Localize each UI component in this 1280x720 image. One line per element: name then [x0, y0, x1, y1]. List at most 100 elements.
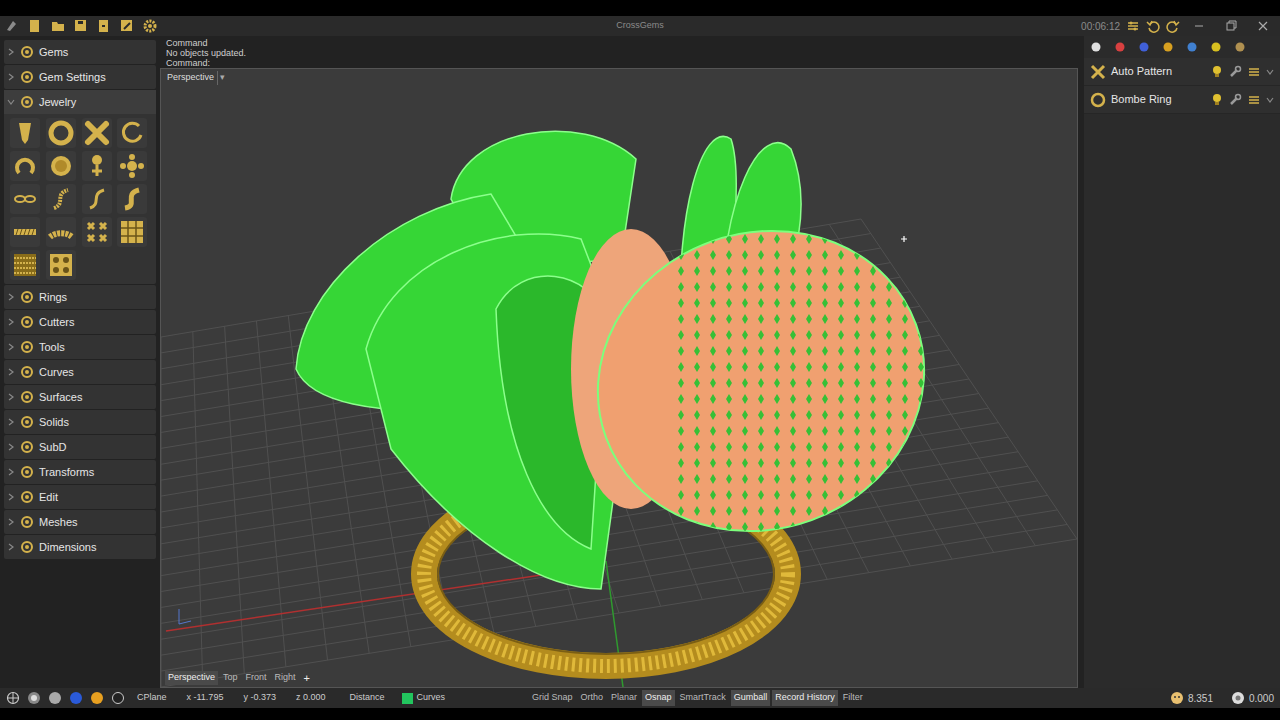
viewport-tab[interactable]: Top	[220, 671, 241, 685]
folder-icon[interactable]	[1162, 41, 1174, 53]
jewelry-tool-icon[interactable]	[10, 151, 40, 181]
section-header[interactable]: Cutters	[4, 310, 156, 334]
restore-icon[interactable]	[1218, 19, 1244, 33]
jewelry-tool-icon[interactable]	[82, 184, 112, 214]
bulb-icon[interactable]	[1211, 65, 1223, 79]
jewelry-tool-icon[interactable]	[46, 250, 76, 280]
tool-button[interactable]	[46, 184, 76, 214]
jewelry-tool-icon[interactable]	[10, 118, 40, 148]
chevron-icon[interactable]	[7, 293, 15, 301]
model-view[interactable]	[161, 69, 1077, 687]
logo-icon[interactable]	[4, 18, 20, 34]
chevron-icon[interactable]	[7, 543, 15, 551]
jewelry-tool-icon[interactable]	[10, 250, 40, 280]
sliders-icon[interactable]	[1126, 19, 1140, 33]
tolerance-icon[interactable]	[1231, 691, 1245, 705]
tool-button[interactable]	[46, 151, 76, 181]
render-icon[interactable]	[1138, 41, 1150, 53]
jewelry-tool-icon[interactable]	[117, 184, 147, 214]
edit-icon[interactable]	[119, 18, 135, 34]
chevron-icon[interactable]	[1266, 68, 1274, 76]
cplane-label[interactable]: CPlane	[137, 691, 167, 705]
chevron-icon[interactable]	[7, 418, 15, 426]
chevron-icon[interactable]	[7, 493, 15, 501]
jewelry-tool-icon[interactable]	[82, 118, 112, 148]
chevron-icon[interactable]	[1266, 96, 1274, 104]
chevron-icon[interactable]	[7, 443, 15, 451]
viewport-tab[interactable]: Perspective	[165, 671, 218, 685]
chevron-icon[interactable]	[7, 368, 15, 376]
new-file-icon[interactable]	[27, 18, 43, 34]
command-line[interactable]: Command:	[166, 58, 1078, 68]
section-header[interactable]: Meshes	[4, 510, 156, 534]
tool-button[interactable]	[46, 250, 76, 280]
jewelry-tool-icon[interactable]	[82, 151, 112, 181]
jewelry-tool-icon[interactable]	[46, 217, 76, 247]
tool-button[interactable]	[82, 184, 112, 214]
viewport-tab[interactable]: Front	[243, 671, 270, 685]
section-header[interactable]: Curves	[4, 360, 156, 384]
minimize-icon[interactable]	[1186, 19, 1212, 33]
plugin-icon[interactable]	[1234, 41, 1246, 53]
section-header[interactable]: Jewelry	[4, 90, 156, 114]
gold-sphere-icon[interactable]	[90, 691, 104, 705]
tool-button[interactable]	[117, 151, 147, 181]
section-header[interactable]: Rings	[4, 285, 156, 309]
chevron-icon[interactable]	[7, 343, 15, 351]
sliders-icon[interactable]	[1247, 65, 1261, 79]
section-header[interactable]: Transforms	[4, 460, 156, 484]
sliders-icon[interactable]	[1247, 93, 1261, 107]
status-toggle[interactable]: Ortho	[578, 690, 607, 706]
wireframe-sphere-icon[interactable]	[27, 691, 41, 705]
material-icon[interactable]	[1114, 41, 1126, 53]
tool-button[interactable]	[82, 118, 112, 148]
chevron-icon[interactable]	[7, 393, 15, 401]
section-header[interactable]: Gems	[4, 40, 156, 64]
section-header[interactable]: Gem Settings	[4, 65, 156, 89]
viewport-tab[interactable]: Right	[272, 671, 299, 685]
status-toggle[interactable]: Record History	[772, 690, 838, 706]
tool-button[interactable]	[46, 217, 76, 247]
ghost-sphere-icon[interactable]	[111, 691, 125, 705]
layer-indicator[interactable]: Curves	[402, 691, 445, 705]
section-header[interactable]: Surfaces	[4, 385, 156, 409]
jewelry-tool-icon[interactable]	[82, 217, 112, 247]
units-icon[interactable]	[1170, 691, 1184, 705]
section-header[interactable]: Tools	[4, 335, 156, 359]
status-toggle[interactable]: Planar	[608, 690, 640, 706]
color-wheel-icon[interactable]	[1090, 41, 1102, 53]
wrench-icon[interactable]	[1228, 93, 1242, 107]
tool-button[interactable]	[117, 118, 147, 148]
jewelry-tool-icon[interactable]	[46, 184, 76, 214]
status-toggle[interactable]: Osnap	[642, 690, 675, 706]
section-header[interactable]: Solids	[4, 410, 156, 434]
jewelry-tool-icon[interactable]	[117, 118, 147, 148]
settings-gear-icon[interactable]	[142, 18, 158, 34]
tool-button[interactable]	[82, 151, 112, 181]
chevron-icon[interactable]	[7, 73, 15, 81]
chevron-icon[interactable]	[7, 48, 15, 56]
status-toggle[interactable]: Grid Snap	[529, 690, 576, 706]
save-icon[interactable]	[73, 18, 89, 34]
tool-button[interactable]	[117, 217, 147, 247]
display-icon[interactable]	[1186, 41, 1198, 53]
status-toggle[interactable]: Gumball	[731, 690, 771, 706]
add-tab-button[interactable]: +	[301, 670, 313, 687]
rendered-sphere-icon[interactable]	[69, 691, 83, 705]
jewelry-tool-icon[interactable]	[10, 184, 40, 214]
shaded-sphere-icon[interactable]	[48, 691, 62, 705]
chevron-icon[interactable]	[7, 468, 15, 476]
status-toggle[interactable]: Filter	[840, 690, 866, 706]
section-header[interactable]: SubD	[4, 435, 156, 459]
jewelry-tool-icon[interactable]	[117, 151, 147, 181]
wrench-icon[interactable]	[1228, 65, 1242, 79]
jewelry-tool-icon[interactable]	[117, 217, 147, 247]
bulb-icon[interactable]	[1211, 93, 1223, 107]
pencil-icon[interactable]	[1210, 41, 1222, 53]
viewport-label[interactable]: Perspective	[167, 71, 214, 85]
chevron-icon[interactable]	[7, 98, 15, 106]
object-row[interactable]: Bombe Ring	[1084, 86, 1280, 114]
undo-icon[interactable]	[1146, 19, 1160, 33]
tool-button[interactable]	[10, 184, 40, 214]
open-folder-icon[interactable]	[50, 18, 66, 34]
